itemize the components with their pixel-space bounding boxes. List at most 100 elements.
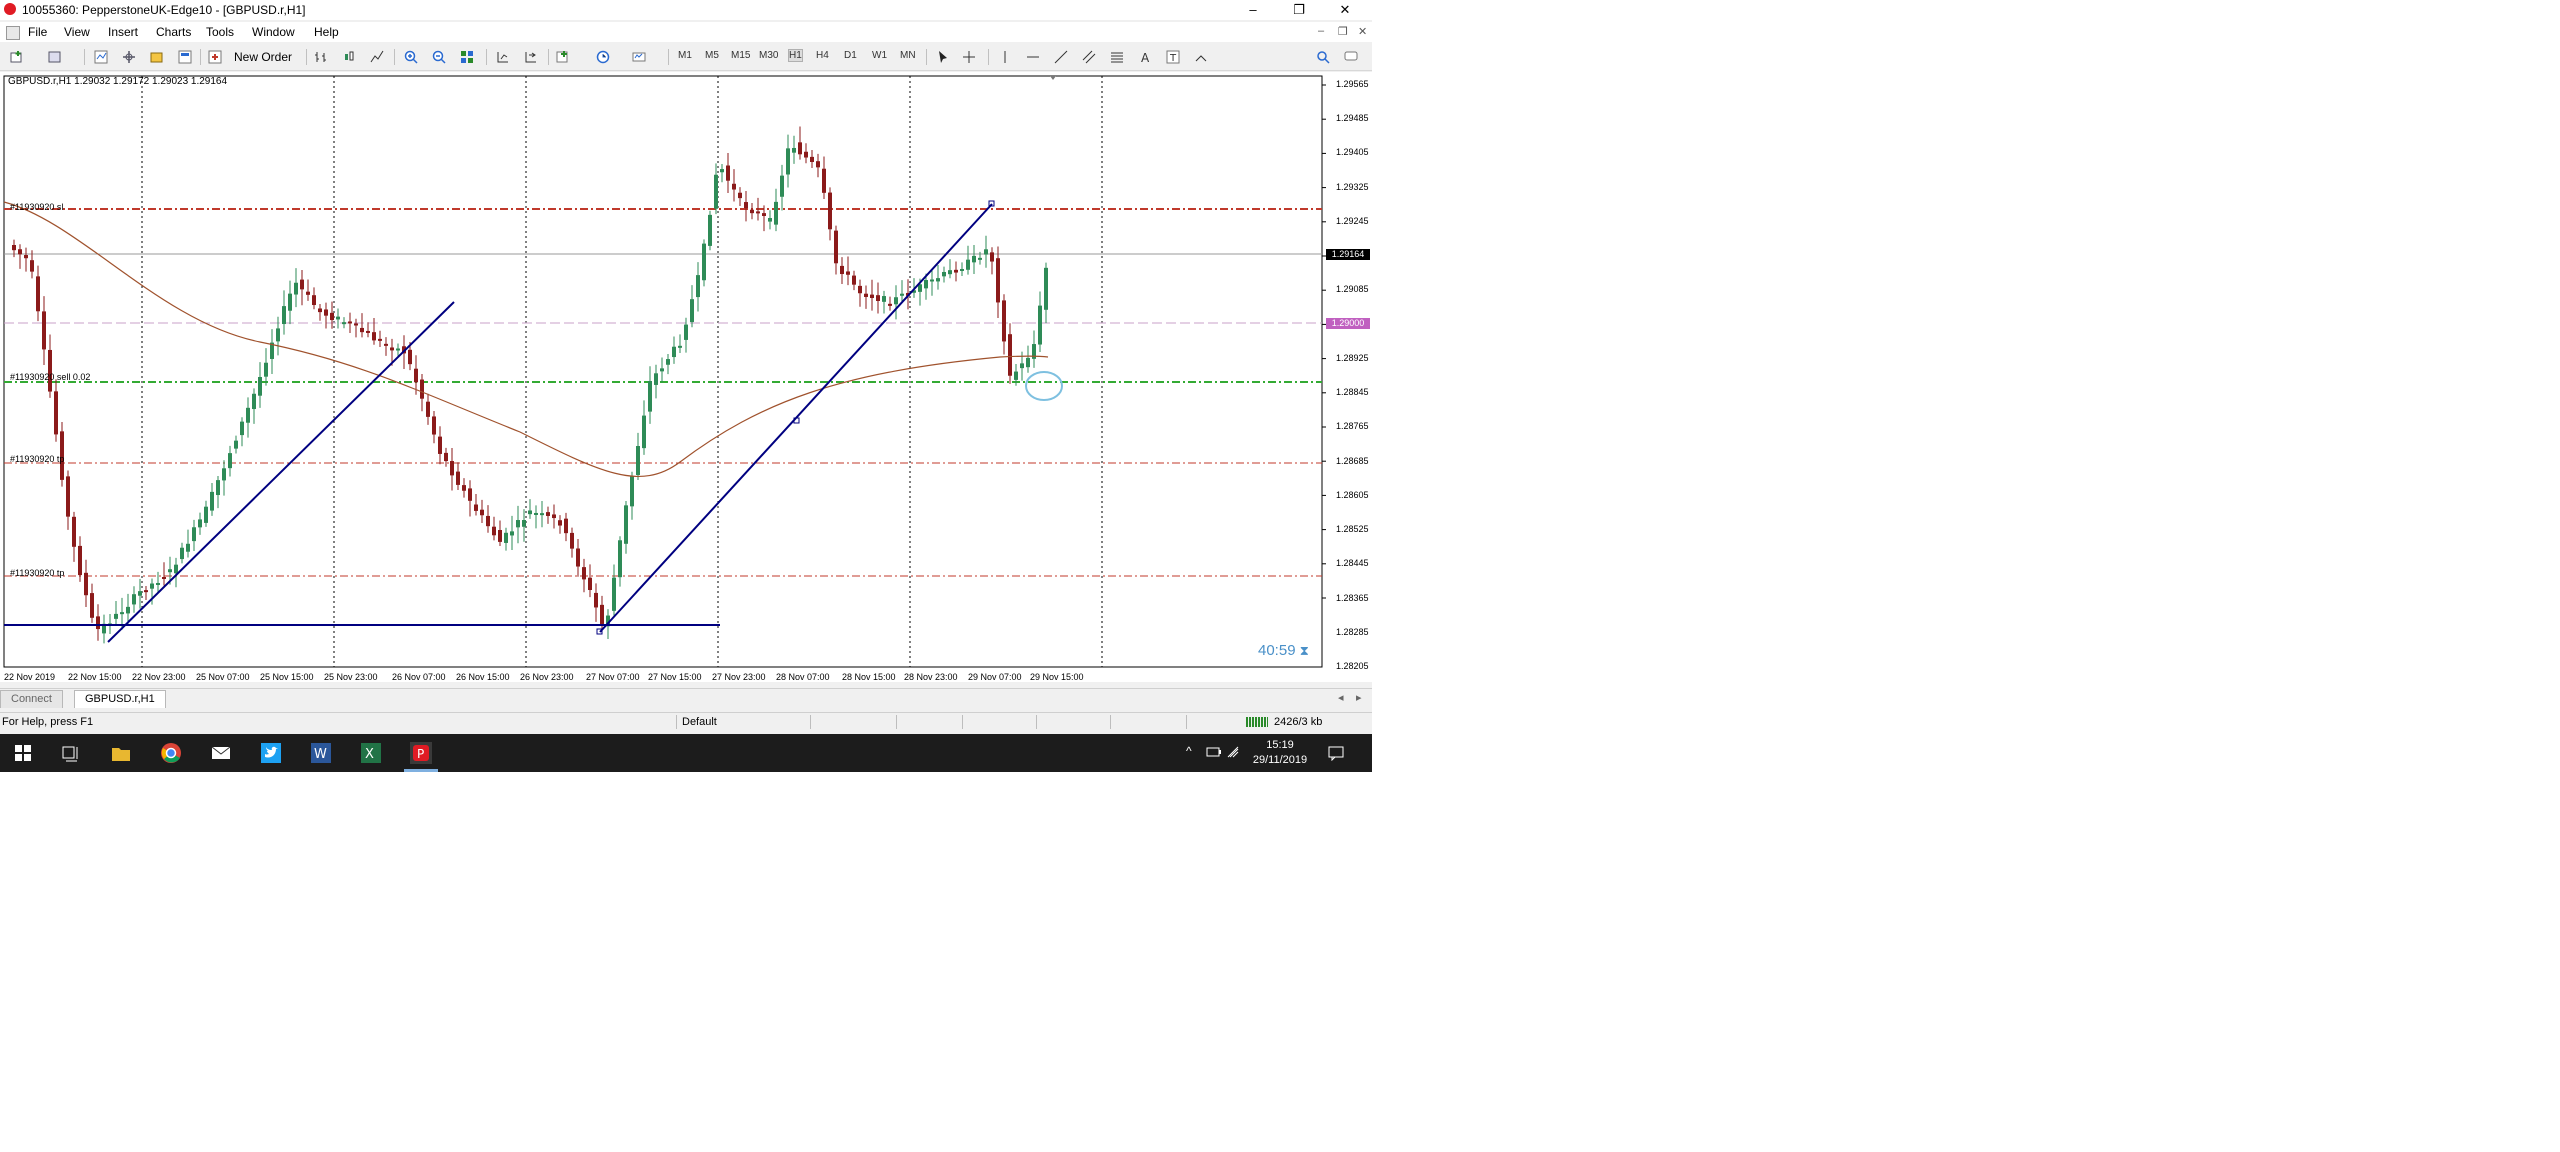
windows-start-icon[interactable]: [12, 742, 34, 764]
order-tp-label[interactable]: #11930920 tp: [10, 568, 64, 578]
search-icon[interactable]: [1316, 50, 1330, 64]
pepperstone-icon[interactable]: P: [410, 742, 432, 764]
candle-body: [342, 322, 346, 325]
candle-body: [600, 604, 604, 624]
zoom-out-icon[interactable]: [432, 50, 446, 64]
candle-body: [438, 436, 442, 454]
maximize-button[interactable]: ❐: [1276, 0, 1322, 20]
candle-body: [480, 509, 484, 516]
candle-body: [972, 255, 976, 263]
chart-shift-icon[interactable]: [496, 50, 510, 64]
menu-window[interactable]: Window: [252, 25, 295, 39]
network-icon[interactable]: [1226, 744, 1240, 758]
bar-chart-icon[interactable]: [314, 50, 328, 64]
order-sell-label[interactable]: #11930920 sell 0.02: [10, 372, 90, 382]
arrows-icon[interactable]: [1194, 50, 1208, 64]
word-icon[interactable]: W: [310, 742, 332, 764]
price-tick-label: 1.29245: [1336, 215, 1369, 226]
order-tp-label[interactable]: #11930920 tp: [10, 454, 64, 464]
tray-chevron-icon[interactable]: ^: [1186, 744, 1192, 758]
text-label-icon[interactable]: T: [1166, 50, 1180, 64]
candle-body: [738, 192, 742, 199]
new-chart-icon[interactable]: [10, 50, 24, 64]
candle-body: [1014, 371, 1018, 380]
menu-file[interactable]: File: [28, 25, 47, 39]
candlestick-icon[interactable]: [342, 50, 356, 64]
chrome-icon[interactable]: [160, 742, 182, 764]
timeframe-m15[interactable]: M15: [731, 50, 750, 61]
connection-bars-icon[interactable]: [1246, 717, 1268, 727]
candle-body: [450, 461, 454, 476]
file-explorer-icon[interactable]: [110, 742, 132, 764]
menu-view[interactable]: View: [64, 25, 90, 39]
toolbar-separator: [926, 49, 927, 65]
traffic-status[interactable]: 2426/3 kb: [1274, 716, 1322, 728]
notifications-icon[interactable]: [1328, 745, 1344, 761]
tab-connect[interactable]: Connect: [0, 690, 63, 708]
vertical-line-icon[interactable]: [998, 50, 1012, 64]
candle-body: [96, 616, 100, 630]
chart-window-icon[interactable]: [6, 26, 20, 40]
mdi-restore-button[interactable]: ❐: [1338, 25, 1348, 38]
periods-icon[interactable]: [596, 50, 610, 64]
mail-icon[interactable]: [210, 742, 232, 764]
strategy-tester-icon[interactable]: [178, 50, 192, 64]
tile-windows-icon[interactable]: [460, 50, 474, 64]
menu-help[interactable]: Help: [314, 25, 339, 39]
text-icon[interactable]: A: [1138, 50, 1152, 64]
trendline-icon[interactable]: [1054, 50, 1068, 64]
menu-insert[interactable]: Insert: [108, 25, 138, 39]
minimize-button[interactable]: –: [1230, 0, 1276, 20]
terminal-icon[interactable]: [150, 50, 164, 64]
timeframe-h4[interactable]: H4: [816, 50, 829, 61]
zoom-in-icon[interactable]: [404, 50, 418, 64]
tab-chart-gbpusd[interactable]: GBPUSD.r,H1: [74, 690, 166, 708]
timeframe-m5[interactable]: M5: [705, 50, 719, 61]
timeframe-m1[interactable]: M1: [678, 50, 692, 61]
timeframe-h1[interactable]: H1: [788, 49, 803, 62]
timeframe-mn[interactable]: MN: [900, 50, 916, 61]
timeframe-d1[interactable]: D1: [844, 50, 857, 61]
horizontal-line-icon[interactable]: [1026, 50, 1040, 64]
status-bar: For Help, press F1 Default 2426/3 kb: [0, 712, 1372, 731]
timeframe-w1[interactable]: W1: [872, 50, 887, 61]
candle-body: [168, 569, 172, 573]
candle-body: [282, 306, 286, 325]
timeframe-m30[interactable]: M30: [759, 50, 778, 61]
candle-body: [180, 547, 184, 560]
fibonacci-icon[interactable]: [1110, 50, 1124, 64]
market-watch-icon[interactable]: [94, 50, 108, 64]
toolbar-separator: [988, 49, 989, 65]
twitter-icon[interactable]: [260, 742, 282, 764]
clock[interactable]: 15:19 29/11/2019: [1240, 738, 1320, 768]
close-button[interactable]: ✕: [1322, 0, 1368, 20]
candle-body: [666, 359, 670, 365]
line-chart-icon[interactable]: [370, 50, 384, 64]
profiles-icon[interactable]: [48, 50, 62, 64]
candle-body: [516, 520, 520, 528]
cursor-icon[interactable]: [936, 50, 950, 64]
tab-scroll-right-icon[interactable]: ▸: [1356, 691, 1362, 704]
mdi-minimize-button[interactable]: –: [1318, 25, 1324, 37]
status-divider: [1110, 715, 1111, 729]
equidistant-channel-icon[interactable]: [1082, 50, 1096, 64]
candle-body: [696, 275, 700, 298]
templates-icon[interactable]: [632, 50, 646, 64]
battery-icon[interactable]: [1206, 746, 1222, 758]
candle-body: [636, 446, 640, 476]
task-view-icon[interactable]: [60, 742, 82, 764]
navigator-icon[interactable]: [122, 50, 136, 64]
new-order-button[interactable]: New Order: [234, 50, 292, 64]
chart-area[interactable]: GBPUSD.r,H1 1.29032 1.29172 1.29023 1.29…: [0, 72, 1372, 682]
indicators-icon[interactable]: [556, 50, 570, 64]
mdi-close-button[interactable]: ✕: [1358, 25, 1367, 38]
chat-icon[interactable]: [1344, 50, 1358, 64]
menu-tools[interactable]: Tools: [206, 25, 234, 39]
excel-icon[interactable]: X: [360, 742, 382, 764]
tab-scroll-left-icon[interactable]: ◂: [1338, 691, 1344, 704]
price-chart[interactable]: [0, 72, 1372, 682]
menu-charts[interactable]: Charts: [156, 25, 191, 39]
autoscroll-icon[interactable]: [524, 50, 538, 64]
crosshair-icon[interactable]: [962, 50, 976, 64]
order-sl-label[interactable]: #11930920 sl: [10, 202, 63, 212]
